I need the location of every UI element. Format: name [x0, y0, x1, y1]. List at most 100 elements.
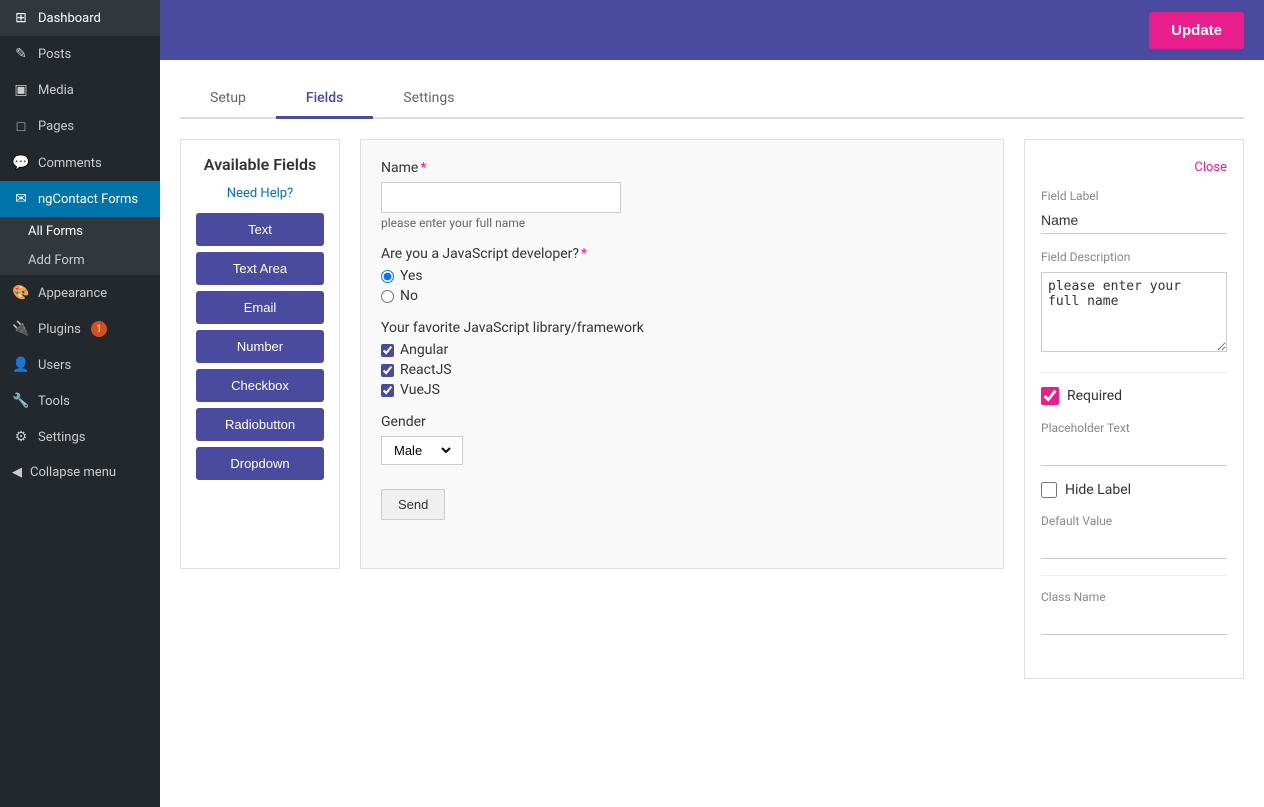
required-checkbox[interactable] [1041, 387, 1059, 405]
radio-no: No [381, 288, 983, 304]
sidebar-item-label: Comments [38, 156, 102, 171]
sidebar-item-plugins[interactable]: 🔌 Plugins 1 [0, 311, 160, 347]
gender-select[interactable]: Male Female Other [390, 442, 454, 459]
settings-divider-1 [1041, 372, 1227, 373]
sidebar-item-label: Plugins [38, 322, 81, 337]
checkbox-vuejs-label: VueJS [400, 382, 440, 398]
media-icon: ▣ [12, 82, 30, 98]
sidebar-item-media[interactable]: ▣ Media [0, 72, 160, 108]
dropdown-field-btn[interactable]: Dropdown [196, 447, 324, 480]
sidebar-item-label: Posts [38, 47, 71, 62]
radio-group: Yes No [381, 268, 983, 304]
radio-no-input[interactable] [381, 290, 394, 303]
js-required-star: * [581, 246, 587, 262]
collapse-icon: ◀ [12, 465, 22, 480]
default-value-label: Default Value [1041, 514, 1227, 528]
class-name-input[interactable] [1041, 608, 1227, 635]
sidebar-item-posts[interactable]: ✎ Posts [0, 36, 160, 72]
gender-field: Gender Male Female Other [381, 414, 983, 465]
tab-settings[interactable]: Settings [373, 80, 484, 119]
sidebar: ⊞ Dashboard ✎ Posts ▣ Media □ Pages 💬 Co… [0, 0, 160, 807]
close-link[interactable]: Close [1041, 160, 1227, 175]
class-name-label: Class Name [1041, 590, 1227, 604]
field-description-input[interactable]: please enter your full name [1041, 272, 1227, 352]
settings-icon: ⚙ [12, 429, 30, 445]
radio-yes: Yes [381, 268, 983, 284]
placeholder-label: Placeholder Text [1041, 421, 1227, 435]
checkbox-angular-input[interactable] [381, 344, 394, 357]
appearance-icon: 🎨 [12, 285, 30, 301]
form-layout: Available Fields Need Help? Text Text Ar… [180, 139, 1244, 679]
checkbox-angular-label: Angular [400, 342, 448, 358]
js-developer-field: Are you a JavaScript developer?* Yes No [381, 246, 983, 304]
update-button[interactable]: Update [1149, 12, 1244, 49]
text-field-btn[interactable]: Text [196, 213, 324, 246]
settings-divider-2 [1041, 575, 1227, 576]
form-preview-panel: Name* please enter your full name Are yo… [360, 139, 1004, 569]
name-label: Name* [381, 160, 983, 176]
comments-icon: 💬 [12, 155, 30, 171]
send-button[interactable]: Send [381, 489, 445, 520]
sidebar-item-label: Tools [38, 394, 70, 409]
tab-setup[interactable]: Setup [180, 80, 276, 119]
sidebar-item-label: Appearance [38, 286, 107, 301]
sidebar-item-dashboard[interactable]: ⊞ Dashboard [0, 0, 160, 36]
sidebar-item-label: Users [38, 358, 71, 373]
textarea-field-btn[interactable]: Text Area [196, 252, 324, 285]
gender-label: Gender [381, 414, 983, 430]
collapse-label: Collapse menu [30, 465, 116, 480]
name-field: Name* please enter your full name [381, 160, 983, 230]
library-label: Your favorite JavaScript library/framewo… [381, 320, 983, 336]
field-label-input[interactable] [1041, 207, 1227, 234]
ngcontact-icon: ✉ [12, 191, 30, 207]
name-hint: please enter your full name [381, 216, 983, 230]
sidebar-item-pages[interactable]: □ Pages [0, 108, 160, 145]
plugins-icon: 🔌 [12, 321, 30, 337]
tab-fields[interactable]: Fields [276, 80, 373, 119]
field-label-label: Field Label [1041, 189, 1227, 203]
class-name-group: Class Name [1041, 590, 1227, 635]
field-settings-panel: Close Field Label Field Description plea… [1024, 139, 1244, 679]
checkbox-reactjs-input[interactable] [381, 364, 394, 377]
sidebar-item-ngcontact[interactable]: ✉ ngContact Forms [0, 181, 160, 217]
tools-icon: 🔧 [12, 393, 30, 409]
placeholder-group: Placeholder Text [1041, 421, 1227, 466]
pages-icon: □ [12, 118, 30, 135]
default-value-group: Default Value [1041, 514, 1227, 559]
radiobutton-field-btn[interactable]: Radiobutton [196, 408, 324, 441]
sidebar-item-label: Media [38, 83, 74, 98]
radio-yes-label: Yes [400, 268, 423, 284]
radio-yes-input[interactable] [381, 270, 394, 283]
posts-icon: ✎ [12, 46, 30, 62]
email-field-btn[interactable]: Email [196, 291, 324, 324]
sidebar-item-tools[interactable]: 🔧 Tools [0, 383, 160, 419]
radio-no-label: No [400, 288, 418, 304]
checkbox-vuejs-input[interactable] [381, 384, 394, 397]
sidebar-submenu: All Forms Add Form [0, 217, 160, 275]
collapse-menu[interactable]: ◀ Collapse menu [0, 455, 160, 490]
checkbox-field-btn[interactable]: Checkbox [196, 369, 324, 402]
sidebar-item-all-forms[interactable]: All Forms [0, 217, 160, 246]
placeholder-input[interactable] [1041, 439, 1227, 466]
hide-label-checkbox[interactable] [1041, 482, 1057, 498]
field-label-group: Field Label [1041, 189, 1227, 234]
need-help-link[interactable]: Need Help? [196, 186, 324, 201]
sidebar-item-users[interactable]: 👤 Users [0, 347, 160, 383]
topbar: Update [160, 0, 1264, 60]
sidebar-item-add-form[interactable]: Add Form [0, 246, 160, 275]
dashboard-icon: ⊞ [12, 10, 30, 26]
number-field-btn[interactable]: Number [196, 330, 324, 363]
sidebar-item-label: Pages [38, 119, 74, 134]
default-value-input[interactable] [1041, 532, 1227, 559]
main-content: Update Setup Fields Settings Available F… [160, 0, 1264, 807]
sidebar-item-settings[interactable]: ⚙ Settings [0, 419, 160, 455]
sidebar-item-appearance[interactable]: 🎨 Appearance [0, 275, 160, 311]
hide-label-text: Hide Label [1065, 482, 1131, 498]
checkbox-reactjs-label: ReactJS [400, 362, 452, 378]
name-input[interactable] [381, 182, 621, 213]
required-row: Required [1041, 387, 1227, 405]
content-area: Setup Fields Settings Available Fields N… [160, 60, 1264, 807]
sidebar-item-label: Dashboard [38, 11, 101, 26]
hide-label-row: Hide Label [1041, 482, 1227, 498]
sidebar-item-comments[interactable]: 💬 Comments [0, 145, 160, 181]
